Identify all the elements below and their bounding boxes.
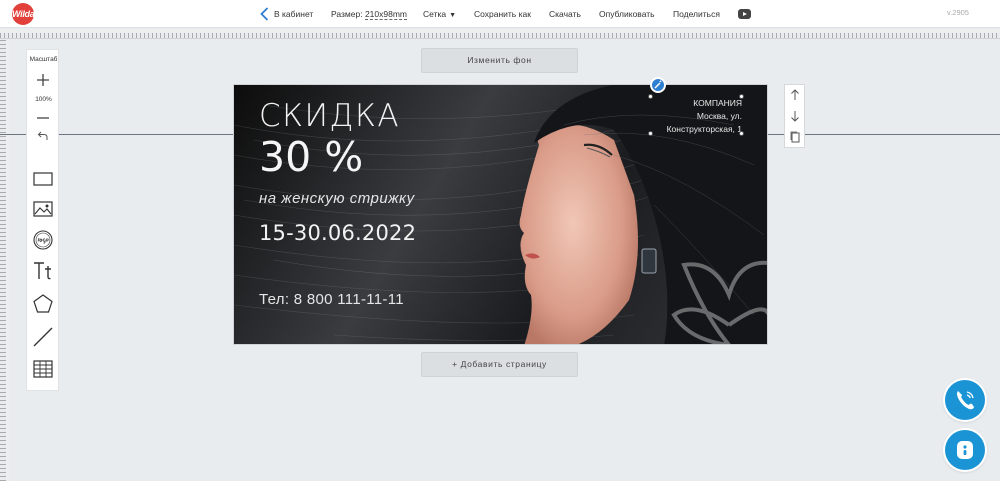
top-bar: Wilda В кабинет Размер: 210x98mm Сетка ▼ … bbox=[0, 0, 1000, 28]
add-page-button[interactable]: + Добавить страницу bbox=[421, 352, 578, 377]
size-label: Размер: bbox=[331, 9, 363, 19]
layer-toolbar bbox=[784, 84, 805, 148]
company-name: КОМПАНИЯ bbox=[693, 98, 742, 108]
size-selector[interactable]: Размер: 210x98mm bbox=[331, 0, 408, 28]
grid-label: Сетка bbox=[423, 9, 447, 19]
wilda-logo-icon[interactable]: Wilda bbox=[12, 3, 35, 25]
youtube-icon[interactable] bbox=[738, 9, 751, 19]
text-tool-icon[interactable] bbox=[32, 260, 54, 282]
download-button[interactable]: Скачать bbox=[549, 0, 581, 28]
zoom-out-icon[interactable] bbox=[35, 110, 51, 126]
banner-headline[interactable]: СКИДКА bbox=[259, 98, 400, 134]
resize-handle-bottom-left[interactable] bbox=[648, 131, 653, 136]
change-background-button[interactable]: Изменить фон bbox=[421, 48, 578, 73]
wand-glyph bbox=[654, 80, 662, 89]
zoom-value: 100% bbox=[35, 96, 52, 103]
phone-icon[interactable] bbox=[945, 380, 985, 420]
copy-icon[interactable] bbox=[789, 131, 801, 143]
phone-glyph bbox=[957, 391, 974, 410]
arrow-up-icon[interactable] bbox=[789, 89, 801, 101]
banner-phone[interactable]: Тел: 8 800 111-11-11 bbox=[259, 291, 404, 308]
company-street: Конструкторская, 1 bbox=[666, 124, 742, 134]
logo-tool-icon[interactable] bbox=[32, 229, 54, 251]
zoom-in-icon[interactable] bbox=[35, 72, 51, 88]
chat-icon[interactable] bbox=[945, 430, 985, 470]
pentagon-tool-icon[interactable] bbox=[32, 293, 54, 315]
design-canvas[interactable]: СКИДКА 30 % на женскую стрижку 15-30.06.… bbox=[233, 84, 768, 345]
company-city: Москва, ул. bbox=[696, 111, 742, 121]
resize-handle-top-left[interactable] bbox=[648, 94, 653, 99]
horizontal-ruler[interactable] bbox=[0, 29, 1000, 39]
vertical-ruler[interactable] bbox=[0, 40, 10, 481]
share-button[interactable]: Поделиться bbox=[673, 0, 720, 28]
back-to-cabinet-link[interactable]: В кабинет bbox=[274, 0, 313, 28]
arrow-down-icon[interactable] bbox=[789, 110, 801, 122]
chat-glyph bbox=[957, 441, 973, 459]
caret-down-icon: ▼ bbox=[449, 12, 457, 19]
version-label: v.2905 bbox=[947, 8, 969, 17]
save-as-button[interactable]: Сохранить как bbox=[474, 0, 531, 28]
grid-dropdown[interactable]: Сетка ▼ bbox=[423, 0, 456, 28]
image-tool-icon[interactable] bbox=[32, 198, 54, 220]
company-text-block[interactable]: КОМПАНИЯ Москва, ул. Конструкторская, 1 bbox=[652, 97, 742, 135]
rectangle-tool-icon[interactable] bbox=[32, 168, 54, 190]
magic-wand-icon[interactable] bbox=[650, 77, 666, 93]
zoom-title: Масштаб bbox=[29, 56, 58, 63]
table-tool-icon[interactable] bbox=[32, 358, 54, 380]
banner-percent[interactable]: 30 % bbox=[259, 133, 363, 181]
banner-subline[interactable]: на женскую стрижку bbox=[259, 190, 415, 207]
undo-icon[interactable] bbox=[37, 130, 49, 142]
tool-panel: Масштаб 100% bbox=[26, 49, 59, 391]
resize-handle-top-right[interactable] bbox=[739, 94, 744, 99]
banner-dates[interactable]: 15-30.06.2022 bbox=[259, 221, 416, 245]
resize-handle-bottom-right[interactable] bbox=[739, 131, 744, 136]
size-value[interactable]: 210x98mm bbox=[364, 9, 408, 20]
chevron-left-icon[interactable] bbox=[257, 6, 273, 22]
publish-button[interactable]: Опубликовать bbox=[599, 0, 655, 28]
line-tool-icon[interactable] bbox=[32, 326, 54, 348]
